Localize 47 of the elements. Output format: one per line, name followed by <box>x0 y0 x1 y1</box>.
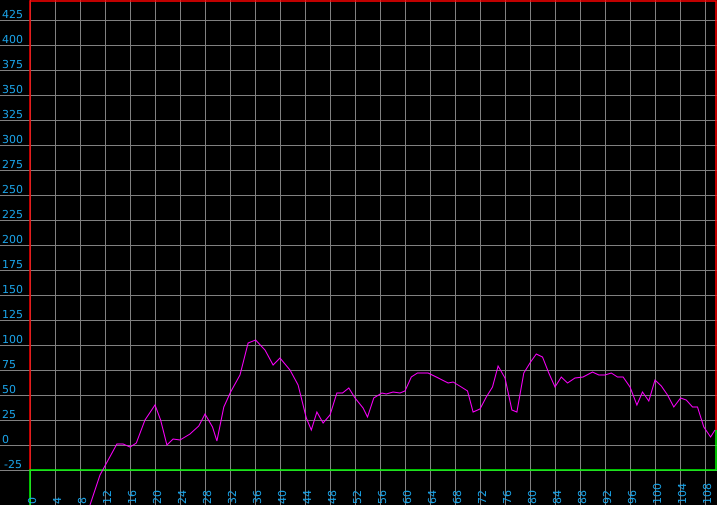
x-tick-label: 88 <box>576 490 589 504</box>
x-tick-label: 52 <box>351 490 364 504</box>
y-tick-label: 400 <box>2 33 23 46</box>
x-tick-label: 36 <box>251 490 264 504</box>
x-tick-label: 92 <box>601 490 614 504</box>
y-tick-label: 325 <box>2 108 23 121</box>
x-tick-label: 104 <box>676 483 689 504</box>
y-tick-label: 150 <box>2 283 23 296</box>
y-tick-label: 25 <box>2 408 16 421</box>
x-tick-label: 64 <box>426 490 439 504</box>
x-tick-label: 84 <box>551 490 564 504</box>
y-tick-label: 250 <box>2 183 23 196</box>
x-tick-label: 96 <box>626 490 639 504</box>
x-tick-label: 32 <box>226 490 239 504</box>
x-tick-label: 0 <box>26 497 39 504</box>
y-tick-label: 350 <box>2 83 23 96</box>
x-tick-label: 40 <box>276 490 289 504</box>
x-tick-label: 24 <box>176 490 189 504</box>
y-tick-label: 175 <box>2 258 23 271</box>
y-tick-label: 300 <box>2 133 23 146</box>
x-tick-label: 100 <box>651 483 664 504</box>
x-tick-label: 8 <box>76 497 89 504</box>
x-tick-label: 16 <box>126 490 139 504</box>
y-tick-label: 275 <box>2 158 23 171</box>
y-tick-label: 200 <box>2 233 23 246</box>
y-tick-label: 100 <box>2 333 23 346</box>
x-tick-label: 12 <box>101 490 114 504</box>
x-tick-label: 4 <box>51 497 64 504</box>
x-tick-label: 108 <box>701 483 714 504</box>
y-tick-label: 225 <box>2 208 23 221</box>
x-tick-label: 80 <box>526 490 539 504</box>
x-tick-label: 76 <box>501 490 514 504</box>
y-tick-label: 50 <box>2 383 16 396</box>
x-tick-label: 28 <box>201 490 214 504</box>
y-tick-label: 75 <box>2 358 16 371</box>
y-tick-label: 0 <box>2 433 9 446</box>
y-tick-label: 125 <box>2 308 23 321</box>
y-tick-label: -25 <box>4 458 22 471</box>
x-tick-label: 48 <box>326 490 339 504</box>
x-tick-label: 60 <box>401 490 414 504</box>
y-tick-label: 425 <box>2 8 23 21</box>
x-tick-label: 68 <box>451 490 464 504</box>
y-tick-label: 375 <box>2 58 23 71</box>
x-tick-label: 72 <box>476 490 489 504</box>
x-tick-label: 44 <box>301 490 314 504</box>
x-tick-label: 20 <box>151 490 164 504</box>
x-tick-label: 56 <box>376 490 389 504</box>
